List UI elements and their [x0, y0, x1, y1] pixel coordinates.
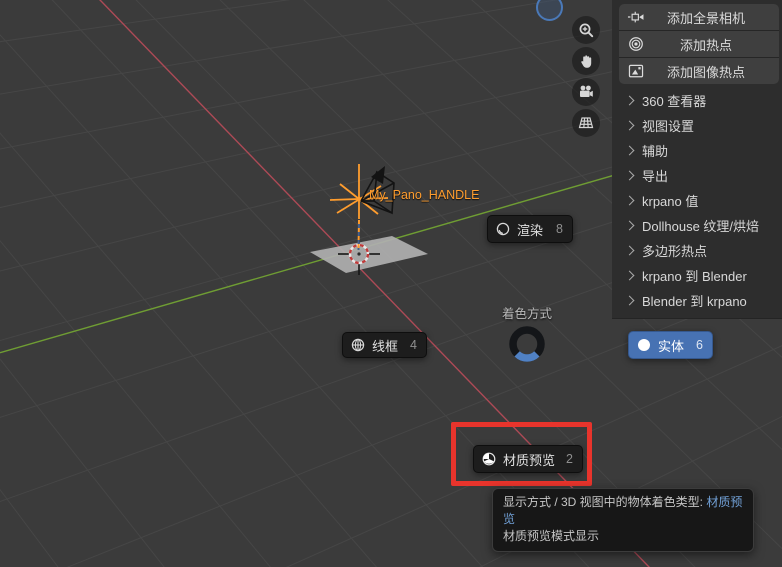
add-hotspot-button[interactable]: 添加热点: [619, 31, 779, 57]
sidebar-sections: 360 查看器 视图设置 辅助 导出 krpano 值 Dollhouse 纹理…: [612, 88, 782, 313]
section-label: 视图设置: [642, 119, 695, 134]
pie-item-rendered[interactable]: 渲染 8: [487, 215, 573, 243]
section-360-viewer[interactable]: 360 查看器: [612, 88, 782, 113]
pie-item-wireframe[interactable]: 线框 4: [342, 332, 427, 358]
section-dollhouse-bake[interactable]: Dollhouse 纹理/烘焙: [612, 213, 782, 238]
pie-item-solid[interactable]: 实体 6: [628, 331, 713, 359]
pie-item-label: 材质预览: [503, 452, 556, 468]
material-sphere-icon: [482, 452, 496, 466]
add-image-hotspot-icon: [628, 64, 644, 78]
solid-sphere-icon: [638, 339, 650, 351]
movie-camera-icon: [580, 85, 593, 97]
camera-view-button[interactable]: [572, 78, 600, 106]
section-krpano-values[interactable]: krpano 值: [612, 188, 782, 213]
tooltip: 显示方式 / 3D 视图中的物体着色类型: 材质预览 材质预览模式显示: [492, 488, 754, 552]
3d-cursor-icon: [338, 233, 380, 275]
pie-item-material-preview[interactable]: 材质预览 2: [473, 445, 583, 473]
chevron-right-icon: [624, 245, 635, 256]
add-image-hotspot-button[interactable]: 添加图像热点: [619, 58, 779, 84]
section-view-settings[interactable]: 视图设置: [612, 113, 782, 138]
orbit-gizmo-icon[interactable]: [536, 0, 563, 21]
hand-icon: [580, 54, 591, 68]
chevron-right-icon: [624, 270, 635, 281]
chevron-right-icon: [624, 145, 635, 156]
pan-button[interactable]: [572, 47, 600, 75]
section-label: Blender 到 krpano: [642, 294, 747, 309]
wireframe-sphere-icon: [351, 338, 365, 352]
section-label: 导出: [642, 169, 669, 184]
plane-mesh[interactable]: [310, 236, 428, 273]
section-label: Dollhouse 纹理/烘焙: [642, 219, 760, 234]
pie-item-shortcut: 8: [556, 222, 563, 236]
orthographic-toggle-button[interactable]: [572, 109, 600, 137]
relationship-line: [357, 219, 360, 251]
render-sphere-icon: [496, 222, 510, 236]
krpano-sidebar-panel: 添加全景相机 添加热点 添加图像热点 360 查看器 视图设置 辅助 导出 kr…: [612, 0, 782, 319]
section-krpano-to-blender[interactable]: krpano 到 Blender: [612, 263, 782, 288]
section-label: 辅助: [642, 144, 669, 159]
section-helpers[interactable]: 辅助: [612, 138, 782, 163]
pie-item-shortcut: 4: [410, 338, 417, 352]
blender-3d-viewport: My_Pano_HANDLE 着色方式 渲染 8 线框 4 实体 6 材质预览 …: [0, 0, 782, 567]
chevron-right-icon: [624, 295, 635, 306]
pie-item-shortcut: 6: [696, 338, 703, 352]
chevron-right-icon: [624, 195, 635, 206]
pie-item-label: 线框: [372, 338, 399, 354]
zoom-button[interactable]: [572, 16, 600, 44]
section-label: krpano 到 Blender: [642, 269, 747, 284]
sidebar-button-group: 添加全景相机 添加热点 添加图像热点: [619, 4, 779, 84]
pie-menu-title: 着色方式: [501, 307, 552, 321]
section-export[interactable]: 导出: [612, 163, 782, 188]
section-blender-to-krpano[interactable]: Blender 到 krpano: [612, 288, 782, 313]
orthographic-grid-icon: [578, 117, 594, 129]
object-name-label: My_Pano_HANDLE: [369, 188, 480, 202]
pie-item-label: 渲染: [517, 222, 544, 238]
section-polygon-hotspot[interactable]: 多边形热点: [612, 238, 782, 263]
section-label: krpano 值: [642, 194, 699, 209]
magnifier-plus-icon: [579, 23, 593, 37]
add-pano-camera-icon: [627, 11, 644, 23]
section-label: 360 查看器: [642, 94, 707, 109]
chevron-right-icon: [624, 220, 635, 231]
tooltip-line2: 材质预览模式显示: [503, 529, 600, 543]
chevron-right-icon: [624, 120, 635, 131]
add-hotspot-icon: [629, 37, 643, 51]
chevron-right-icon: [624, 170, 635, 181]
pie-item-shortcut: 2: [566, 452, 573, 466]
pie-item-label: 实体: [658, 338, 685, 354]
add-pano-camera-button[interactable]: 添加全景相机: [619, 4, 779, 30]
section-label: 多边形热点: [642, 244, 708, 259]
chevron-right-icon: [624, 95, 635, 106]
tooltip-line1: 显示方式 / 3D 视图中的物体着色类型: 材质预览: [503, 495, 743, 526]
